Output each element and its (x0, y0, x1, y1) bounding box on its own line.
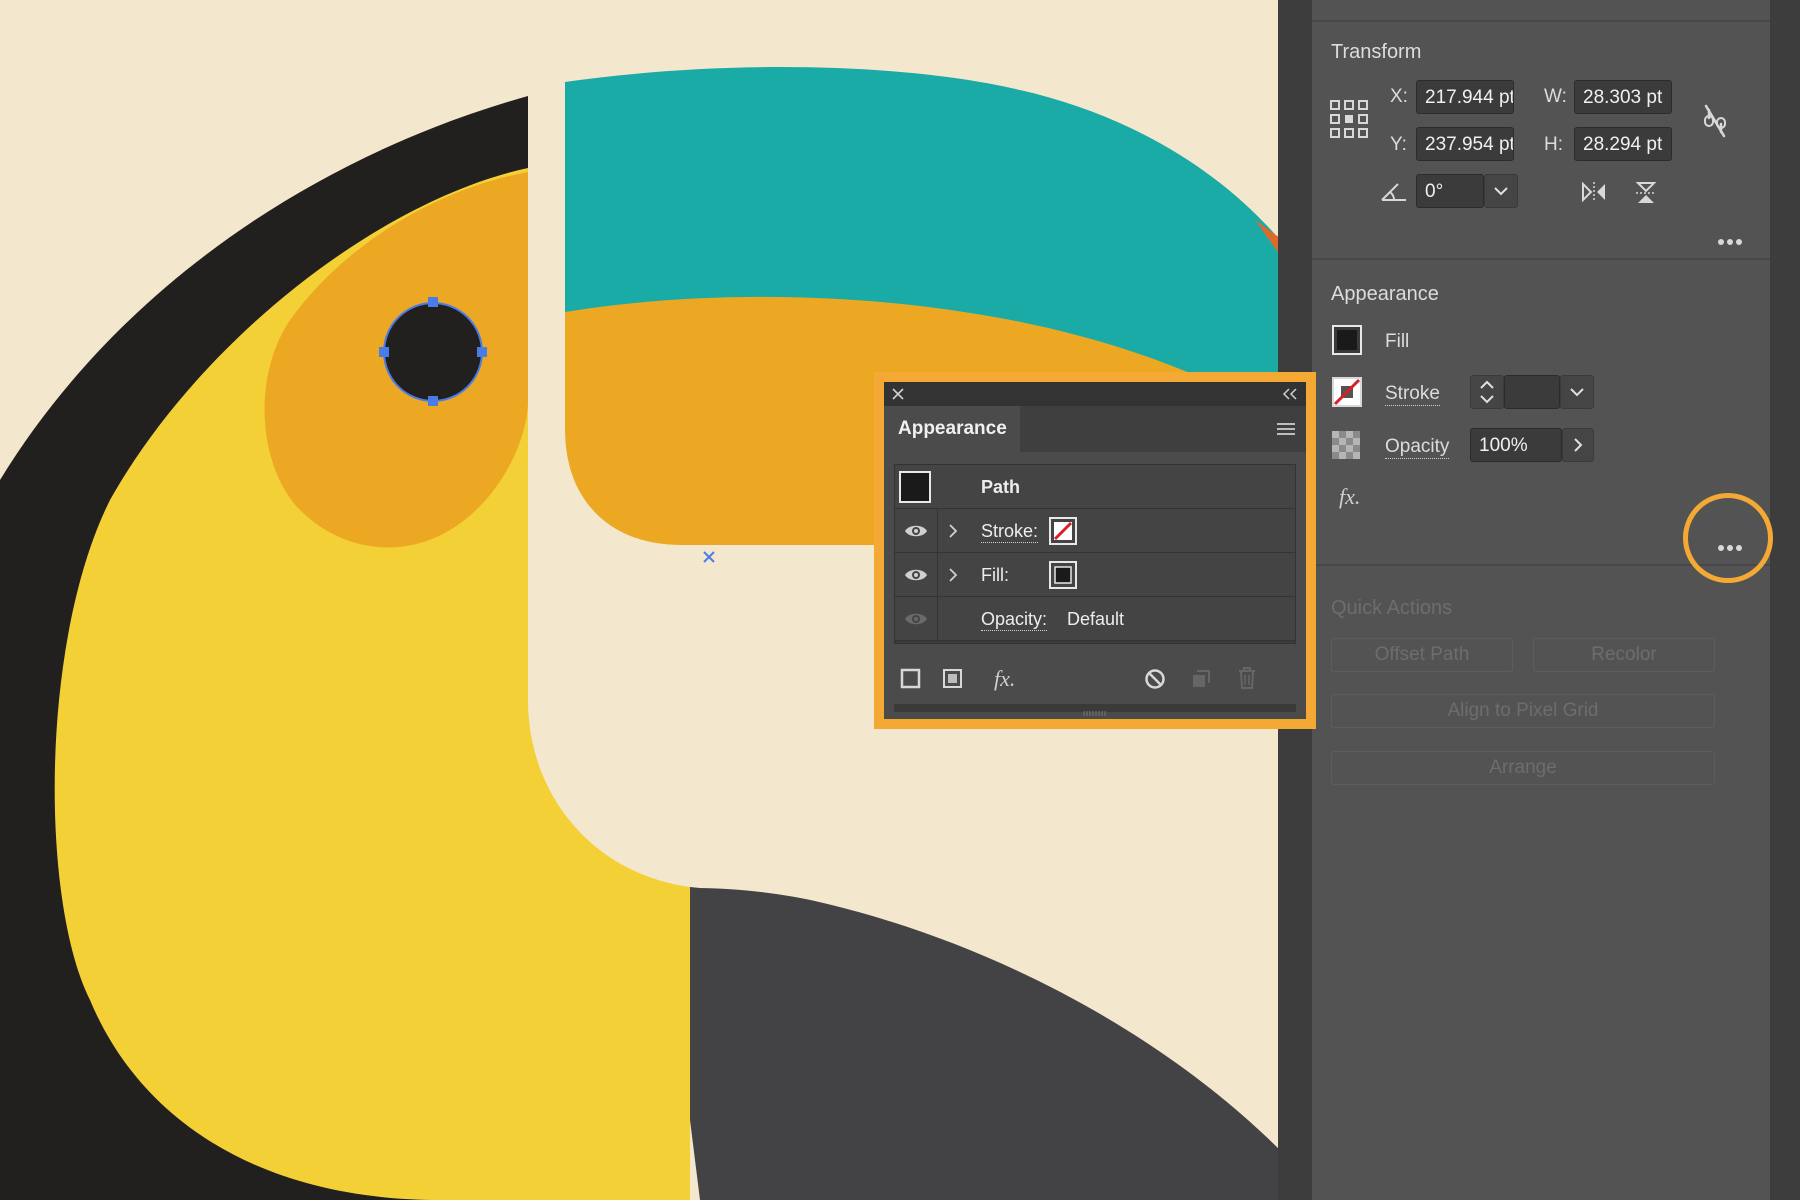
opacity-row-label[interactable]: Opacity: (981, 609, 1048, 631)
list-item-fill[interactable]: Fill: (895, 553, 1295, 597)
fill-label: Fill (1385, 331, 1410, 352)
recolor-button[interactable]: Recolor (1533, 638, 1715, 672)
collapse-icon[interactable] (1282, 388, 1298, 400)
reference-point-icon[interactable] (1330, 100, 1368, 138)
appearance-panel: Appearance Path Stroke: Fill: Opacity: D… (884, 382, 1306, 719)
fill-swatch[interactable] (1332, 325, 1362, 355)
transform-more-options-icon[interactable] (1718, 232, 1748, 245)
stroke-row-label[interactable]: Stroke: (981, 521, 1039, 543)
panel-tabs: Appearance (884, 406, 1306, 452)
w-label: W: (1544, 86, 1567, 107)
chevron-right-icon (1574, 438, 1583, 452)
trash-icon[interactable] (1236, 666, 1258, 690)
panel-footer: fx. (884, 654, 1306, 704)
clear-appearance-icon[interactable] (1144, 668, 1166, 690)
quick-actions-title: Quick Actions (1331, 597, 1453, 619)
appearance-title: Appearance (1331, 283, 1439, 305)
list-item-path[interactable]: Path (895, 465, 1295, 509)
transform-title: Transform (1331, 41, 1422, 63)
path-label: Path (981, 477, 1021, 497)
appearance-list: Path Stroke: Fill: Opacity: Default (894, 464, 1296, 644)
add-new-stroke-icon[interactable] (900, 668, 922, 690)
flip-vertical-icon[interactable] (1634, 180, 1658, 206)
x-label: X: (1390, 86, 1408, 107)
opacity-label[interactable]: Opacity (1385, 436, 1450, 459)
opacity-field[interactable]: 100% (1470, 428, 1562, 462)
width-field[interactable]: 28.303 pt (1574, 80, 1672, 114)
opacity-arrow[interactable] (1562, 428, 1594, 462)
chevron-down-icon (1494, 187, 1508, 196)
fill-row-label[interactable]: Fill: (981, 565, 1009, 586)
flip-horizontal-icon[interactable] (1580, 180, 1608, 204)
divider (1312, 258, 1770, 260)
fx-icon[interactable]: fx. (1339, 484, 1360, 510)
stroke-swatch[interactable] (1049, 517, 1077, 545)
y-label: Y: (1390, 134, 1407, 155)
list-item-stroke[interactable]: Stroke: (895, 509, 1295, 553)
eye-icon[interactable] (903, 566, 929, 584)
h-label: H: (1544, 134, 1563, 155)
panel-edge (1770, 0, 1800, 1200)
duplicate-item-icon[interactable] (1190, 668, 1212, 690)
add-new-fill-icon[interactable] (942, 668, 964, 690)
stroke-label[interactable]: Stroke (1385, 383, 1440, 406)
panel-menu-icon[interactable] (1276, 422, 1296, 436)
opacity-row-value: Default (1067, 609, 1125, 629)
arrange-button[interactable]: Arrange (1331, 751, 1715, 785)
eye-icon[interactable] (903, 522, 929, 540)
stroke-weight-stepper[interactable] (1470, 375, 1504, 409)
highlight-circle (1683, 493, 1773, 583)
chevron-right-icon[interactable] (947, 567, 959, 583)
add-effect-icon[interactable]: fx. (994, 666, 1015, 692)
toucan-eye-selected (383, 302, 483, 402)
fill-swatch[interactable] (1049, 561, 1077, 589)
tab-appearance[interactable]: Appearance (884, 406, 1020, 452)
eye-icon[interactable] (903, 610, 929, 628)
close-icon[interactable] (892, 388, 904, 400)
stroke-weight-field[interactable] (1504, 375, 1560, 409)
align-pixel-grid-button[interactable]: Align to Pixel Grid (1331, 694, 1715, 728)
y-field[interactable]: 237.954 pt (1416, 127, 1514, 161)
rotate-field[interactable]: 0° (1416, 174, 1484, 208)
chevron-down-icon (1570, 388, 1584, 397)
path-thumbnail (899, 471, 931, 503)
rotate-angle-icon (1381, 183, 1406, 201)
list-item-opacity[interactable]: Opacity: Default (895, 597, 1295, 641)
panel-resize-grip[interactable] (894, 704, 1296, 716)
opacity-checker-icon (1332, 431, 1360, 459)
panel-titlebar[interactable] (884, 382, 1306, 406)
grip-icon (1083, 711, 1106, 716)
constrain-proportions-icon[interactable] (1700, 104, 1730, 138)
properties-panel: Transform X: 217.944 pt W: 28.303 pt Y: … (1312, 0, 1770, 1200)
stroke-weight-dropdown[interactable] (1560, 375, 1594, 409)
offset-path-button[interactable]: Offset Path (1331, 638, 1513, 672)
rotate-dropdown[interactable] (1484, 174, 1518, 208)
divider (1312, 20, 1770, 22)
x-field[interactable]: 217.944 pt (1416, 80, 1514, 114)
height-field[interactable]: 28.294 pt (1574, 127, 1672, 161)
stroke-swatch[interactable] (1332, 377, 1362, 407)
stepper-arrows-icon (1480, 380, 1494, 404)
chevron-right-icon[interactable] (947, 523, 959, 539)
